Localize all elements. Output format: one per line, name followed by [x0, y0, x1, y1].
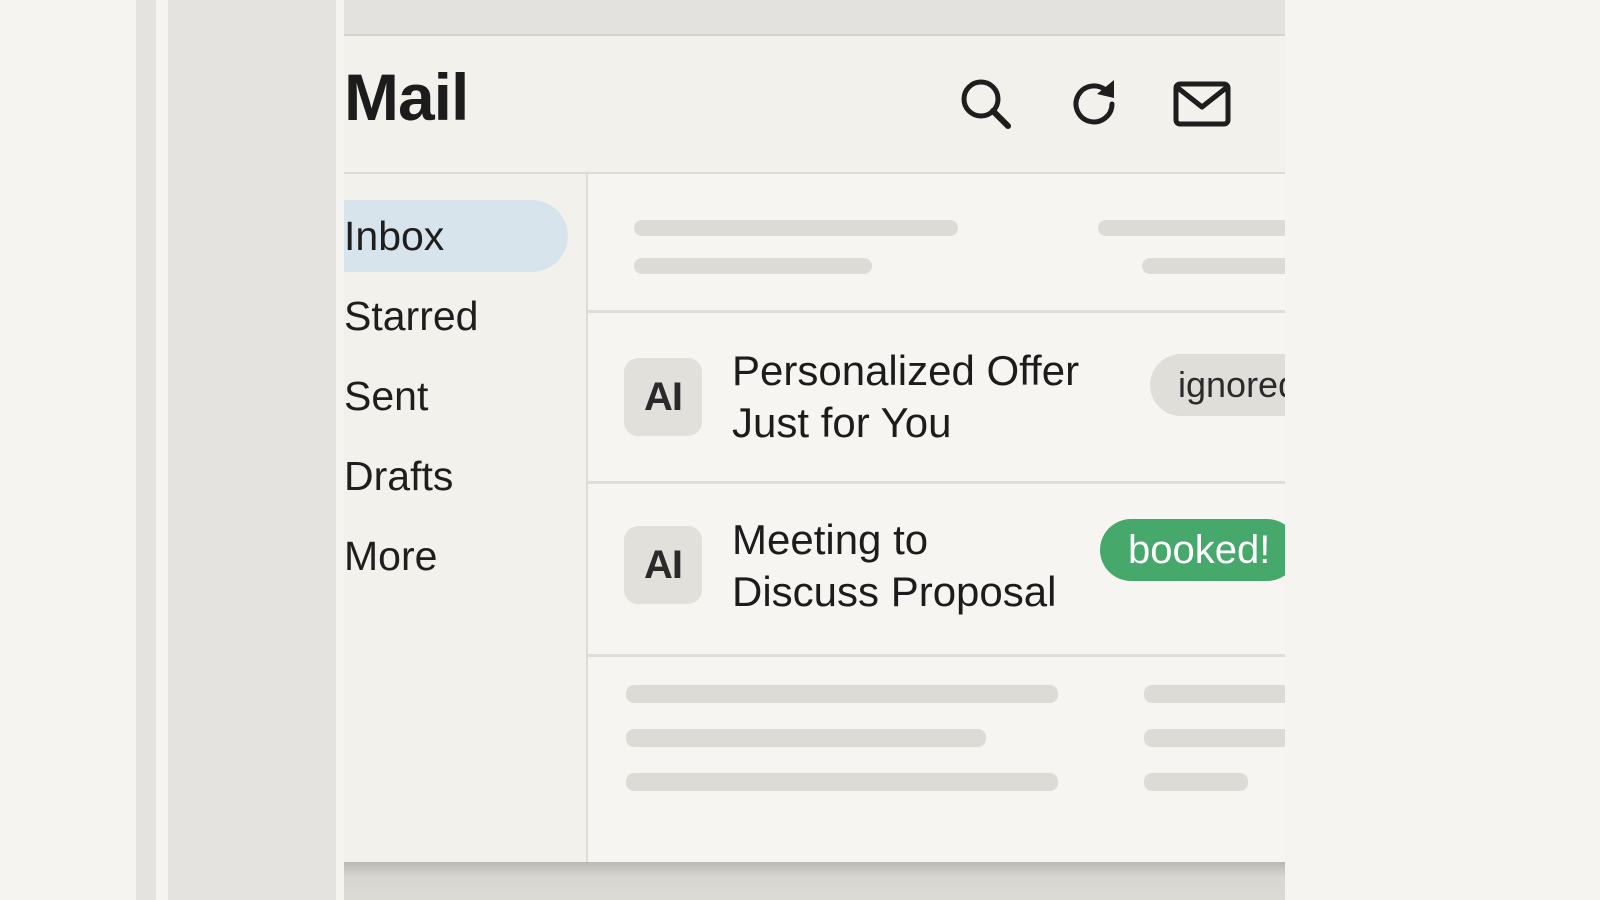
placeholder-line: [626, 729, 986, 747]
email-subject-line: Personalized Offer: [732, 347, 1080, 394]
avatar: AI: [624, 358, 702, 436]
sidebar: Inbox Starred Sent Drafts More: [344, 174, 588, 862]
placeholder-row: [588, 657, 1285, 862]
placeholder-line: [1142, 258, 1285, 274]
email-subject-line: Just for You: [732, 399, 952, 446]
status-badge-booked[interactable]: booked!: [1100, 519, 1285, 581]
placeholder-line: [626, 685, 1058, 703]
sidebar-item-label: Drafts: [344, 453, 454, 499]
sidebar-item-starred[interactable]: Starred: [344, 280, 568, 352]
search-icon[interactable]: [956, 74, 1016, 134]
sidebar-item-label: Inbox: [344, 213, 445, 259]
placeholder-line: [1144, 729, 1285, 747]
email-list: AI Personalized Offer Just for You ignor…: [588, 174, 1285, 862]
status-badge-ignored[interactable]: ignored: [1150, 354, 1285, 416]
mail-icon[interactable]: [1172, 74, 1232, 134]
email-row[interactable]: AI Personalized Offer Just for You ignor…: [588, 313, 1285, 481]
mail-window: Mail Inbox Starred Sent Drafts More AI P…: [344, 0, 1285, 900]
email-subject: Meeting to Discuss Proposal: [732, 514, 1132, 618]
placeholder-line: [1144, 773, 1248, 791]
frame-panel: [168, 0, 336, 900]
email-subject-line: Discuss Proposal: [732, 568, 1057, 615]
screen: Mail Inbox Starred Sent Drafts More AI P…: [0, 0, 1600, 900]
sidebar-item-more[interactable]: More: [344, 520, 568, 592]
avatar: AI: [624, 526, 702, 604]
sidebar-item-label: Starred: [344, 293, 479, 339]
app-header: Mail: [344, 36, 1285, 174]
placeholder-line: [634, 220, 958, 236]
email-subject-line: Meeting to: [732, 516, 929, 563]
window-bottom-bar: [344, 862, 1285, 900]
email-subject: Personalized Offer Just for You: [732, 345, 1132, 449]
app-title: Mail: [344, 60, 469, 134]
window-top-bar: [344, 0, 1285, 36]
placeholder-row: [588, 174, 1285, 310]
placeholder-line: [626, 773, 1058, 791]
placeholder-line: [1098, 220, 1285, 236]
sidebar-item-inbox[interactable]: Inbox: [344, 200, 568, 272]
placeholder-line: [1144, 685, 1285, 703]
sidebar-item-label: Sent: [344, 373, 429, 419]
email-row[interactable]: AI Meeting to Discuss Proposal booked!: [588, 484, 1285, 652]
frame-strip: [136, 0, 156, 900]
refresh-icon[interactable]: [1064, 74, 1124, 134]
sidebar-item-sent[interactable]: Sent: [344, 360, 568, 432]
sidebar-item-drafts[interactable]: Drafts: [344, 440, 568, 512]
placeholder-line: [634, 258, 872, 274]
sidebar-item-label: More: [344, 533, 438, 579]
